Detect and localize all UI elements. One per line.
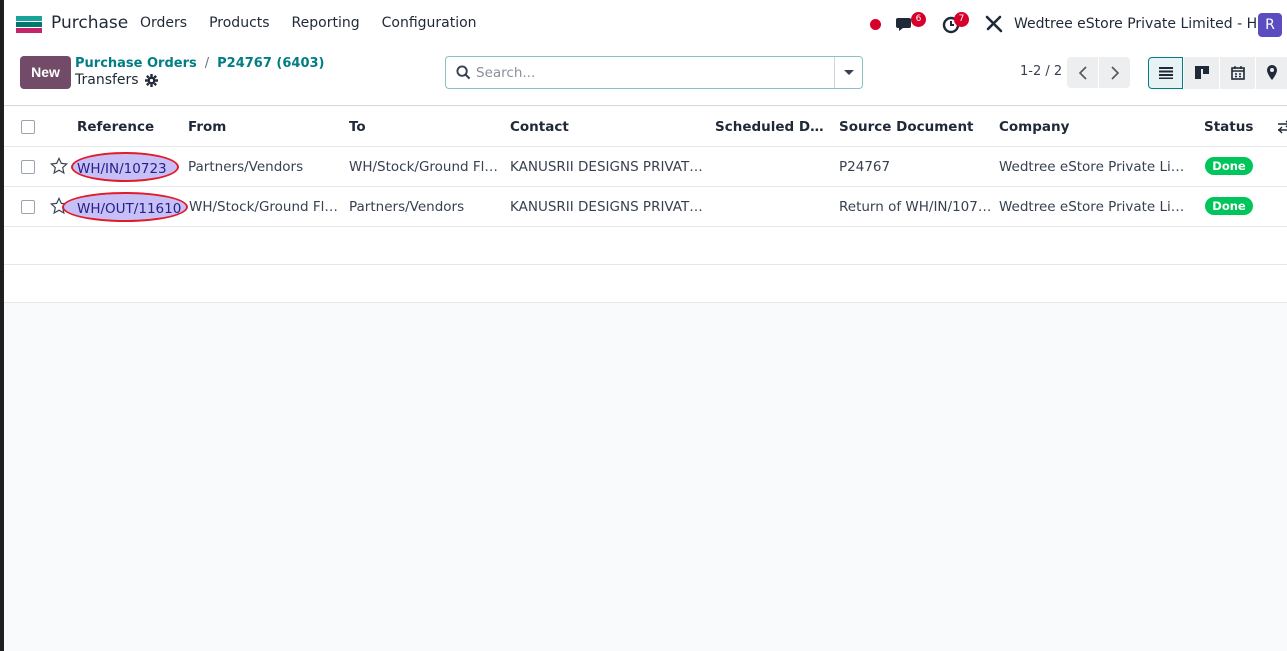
search-icon	[456, 65, 471, 80]
row-checkbox[interactable]	[21, 200, 35, 214]
table-header: Reference From To Contact Scheduled Date…	[4, 107, 1287, 147]
search-input[interactable]	[476, 57, 831, 88]
status-badge: Done	[1205, 157, 1253, 175]
company-cell: Wedtree eStore Private Limited - HO	[999, 199, 1191, 215]
scheduled-date-cell	[715, 147, 830, 187]
table-row[interactable]: WH/IN/10723 Partners/Vendors WH/Stock/Gr…	[4, 147, 1287, 187]
optional-columns-icon[interactable]	[1278, 120, 1287, 134]
select-all-checkbox[interactable]	[21, 120, 35, 134]
scheduled-date-cell	[715, 187, 830, 227]
pager-previous-button[interactable]	[1067, 57, 1098, 88]
page: Purchase Orders Products Reporting Confi…	[3, 0, 1287, 651]
debug-tools-icon[interactable]	[984, 14, 1004, 34]
status-dot-icon[interactable]	[870, 19, 881, 30]
app-name[interactable]: Purchase	[51, 13, 128, 33]
reference-cell[interactable]: WH/OUT/11610	[62, 192, 188, 222]
column-scheduled-date[interactable]: Scheduled Date	[715, 107, 830, 147]
messages-badge: 6	[911, 12, 926, 27]
chevron-right-icon	[1111, 66, 1120, 80]
breadcrumb: Purchase Orders / P24767 (6403)	[75, 56, 325, 71]
column-to[interactable]: To	[349, 107, 499, 147]
company-cell: Wedtree eStore Private Limited - HO	[999, 159, 1191, 175]
column-status[interactable]: Status	[1204, 107, 1264, 147]
menu-orders[interactable]: Orders	[140, 15, 187, 31]
reference-cell[interactable]: WH/IN/10723	[71, 152, 179, 182]
app-logo-icon[interactable]	[16, 16, 42, 33]
contact-cell: KANUSRII DESIGNS PRIVATE LIMITED	[510, 199, 704, 215]
column-reference[interactable]: Reference	[77, 107, 177, 147]
pager-next-button[interactable]	[1099, 57, 1130, 88]
column-from[interactable]: From	[188, 107, 338, 147]
to-cell: Partners/Vendors	[349, 199, 465, 215]
star-icon[interactable]	[50, 157, 68, 175]
kanban-icon	[1195, 66, 1209, 79]
user-avatar[interactable]: R	[1258, 13, 1282, 37]
gear-icon[interactable]	[144, 73, 158, 87]
column-company[interactable]: Company	[999, 107, 1194, 147]
status-badge: Done	[1205, 197, 1253, 215]
page-title: Transfers	[75, 72, 139, 88]
calendar-icon	[1231, 66, 1245, 80]
list-view-button[interactable]	[1148, 57, 1183, 89]
contact-cell: KANUSRII DESIGNS PRIVATE LIMITED	[510, 159, 704, 175]
map-view-button[interactable]	[1256, 57, 1287, 89]
source-document-cell: Return of WH/IN/10723	[839, 199, 994, 215]
menu-products[interactable]: Products	[209, 15, 269, 31]
calendar-view-button[interactable]	[1220, 57, 1255, 89]
menu-configuration[interactable]: Configuration	[382, 15, 477, 31]
pager-value[interactable]: 1-2 / 2	[1020, 64, 1062, 79]
source-document-cell: P24767	[839, 159, 891, 175]
empty-row	[4, 265, 1287, 303]
from-cell: Partners/Vendors	[188, 159, 304, 175]
empty-row	[4, 227, 1287, 265]
breadcrumb-purchase-orders[interactable]: Purchase Orders	[75, 56, 197, 71]
company-switcher[interactable]: Wedtree eStore Private Limited - HO	[1014, 16, 1268, 32]
search-options-toggle[interactable]	[834, 57, 862, 88]
row-checkbox[interactable]	[21, 160, 35, 174]
kanban-view-button[interactable]	[1184, 57, 1219, 89]
breadcrumb-order[interactable]: P24767 (6403)	[217, 56, 324, 71]
activities-badge: 7	[954, 12, 969, 27]
chevron-left-icon	[1078, 66, 1087, 80]
menu-reporting[interactable]: Reporting	[292, 15, 360, 31]
column-contact[interactable]: Contact	[510, 107, 700, 147]
main-menu: Orders Products Reporting Configuration	[140, 15, 499, 31]
new-button[interactable]: New	[20, 56, 71, 89]
table-row[interactable]: WH/OUT/11610 WH/Stock/Ground Floor Partn…	[4, 187, 1287, 227]
control-panel: New Purchase Orders / P24767 (6403) Transf…	[4, 48, 1287, 106]
map-pin-icon	[1267, 65, 1277, 80]
page-title-row: Transfers	[75, 72, 158, 88]
from-cell: WH/Stock/Ground Floor	[189, 199, 342, 215]
column-source-document[interactable]: Source Document	[839, 107, 989, 147]
search-bar	[445, 56, 863, 89]
top-navbar: Purchase Orders Products Reporting Confi…	[4, 0, 1287, 48]
to-cell: WH/Stock/Ground Floor	[349, 159, 504, 175]
list-icon	[1159, 67, 1173, 79]
breadcrumb-separator: /	[204, 56, 210, 71]
